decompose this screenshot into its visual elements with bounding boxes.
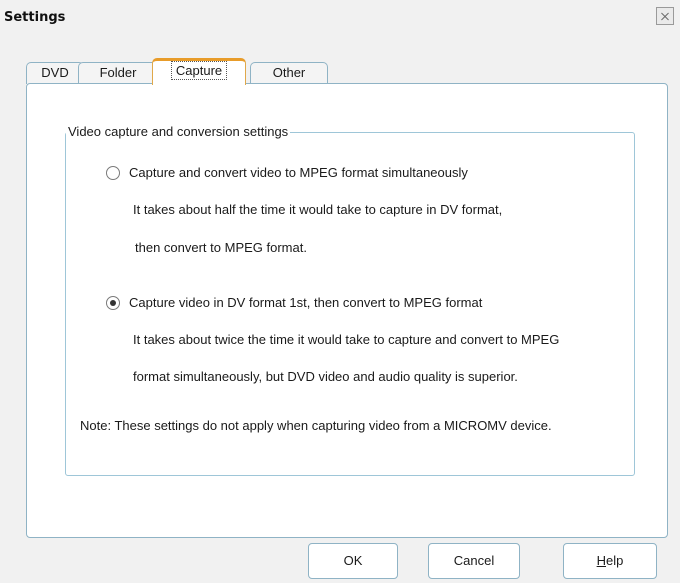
tab-other-label: Other xyxy=(272,65,306,80)
dialog-title: Settings xyxy=(4,10,66,25)
groupbox-title: Video capture and conversion settings xyxy=(66,124,291,139)
option-dv-first-desc-line2: format simultaneously, but DVD video and… xyxy=(133,369,518,384)
option-simultaneous-desc-line1: It takes about half the time it would ta… xyxy=(133,202,503,217)
help-label-rest: elp xyxy=(606,553,624,568)
radio-capture-dv-first[interactable] xyxy=(106,296,120,310)
capture-tab-panel: Video capture and conversion settings Ca… xyxy=(26,83,668,538)
tab-dvd-label: DVD xyxy=(41,65,69,80)
settings-dialog: Settings DVD Folder Capture Other Video … xyxy=(0,0,680,583)
option-dv-first-desc-line1: It takes about twice the time it would t… xyxy=(133,332,560,347)
cancel-button[interactable]: Cancel xyxy=(428,543,520,579)
tab-folder-label: Folder xyxy=(99,65,137,80)
tab-folder[interactable]: Folder xyxy=(78,62,158,84)
tab-dvd[interactable]: DVD xyxy=(26,62,84,84)
close-icon[interactable] xyxy=(656,7,674,25)
help-button[interactable]: Help xyxy=(563,543,657,579)
tab-capture[interactable]: Capture xyxy=(152,58,246,85)
option-dv-first-label[interactable]: Capture video in DV format 1st, then con… xyxy=(129,295,482,310)
micromv-note: Note: These settings do not apply when c… xyxy=(80,418,552,433)
tab-capture-label: Capture xyxy=(170,61,228,80)
option-simultaneous-desc-line2: then convert to MPEG format. xyxy=(135,240,307,255)
ok-button[interactable]: OK xyxy=(308,543,398,579)
tab-other[interactable]: Other xyxy=(250,62,328,84)
option-simultaneous-label[interactable]: Capture and convert video to MPEG format… xyxy=(129,165,468,180)
radio-capture-convert-simultaneous[interactable] xyxy=(106,166,120,180)
help-accelerator: H xyxy=(596,553,607,568)
title-bar: Settings xyxy=(0,0,680,34)
video-capture-groupbox: Video capture and conversion settings Ca… xyxy=(65,124,635,476)
